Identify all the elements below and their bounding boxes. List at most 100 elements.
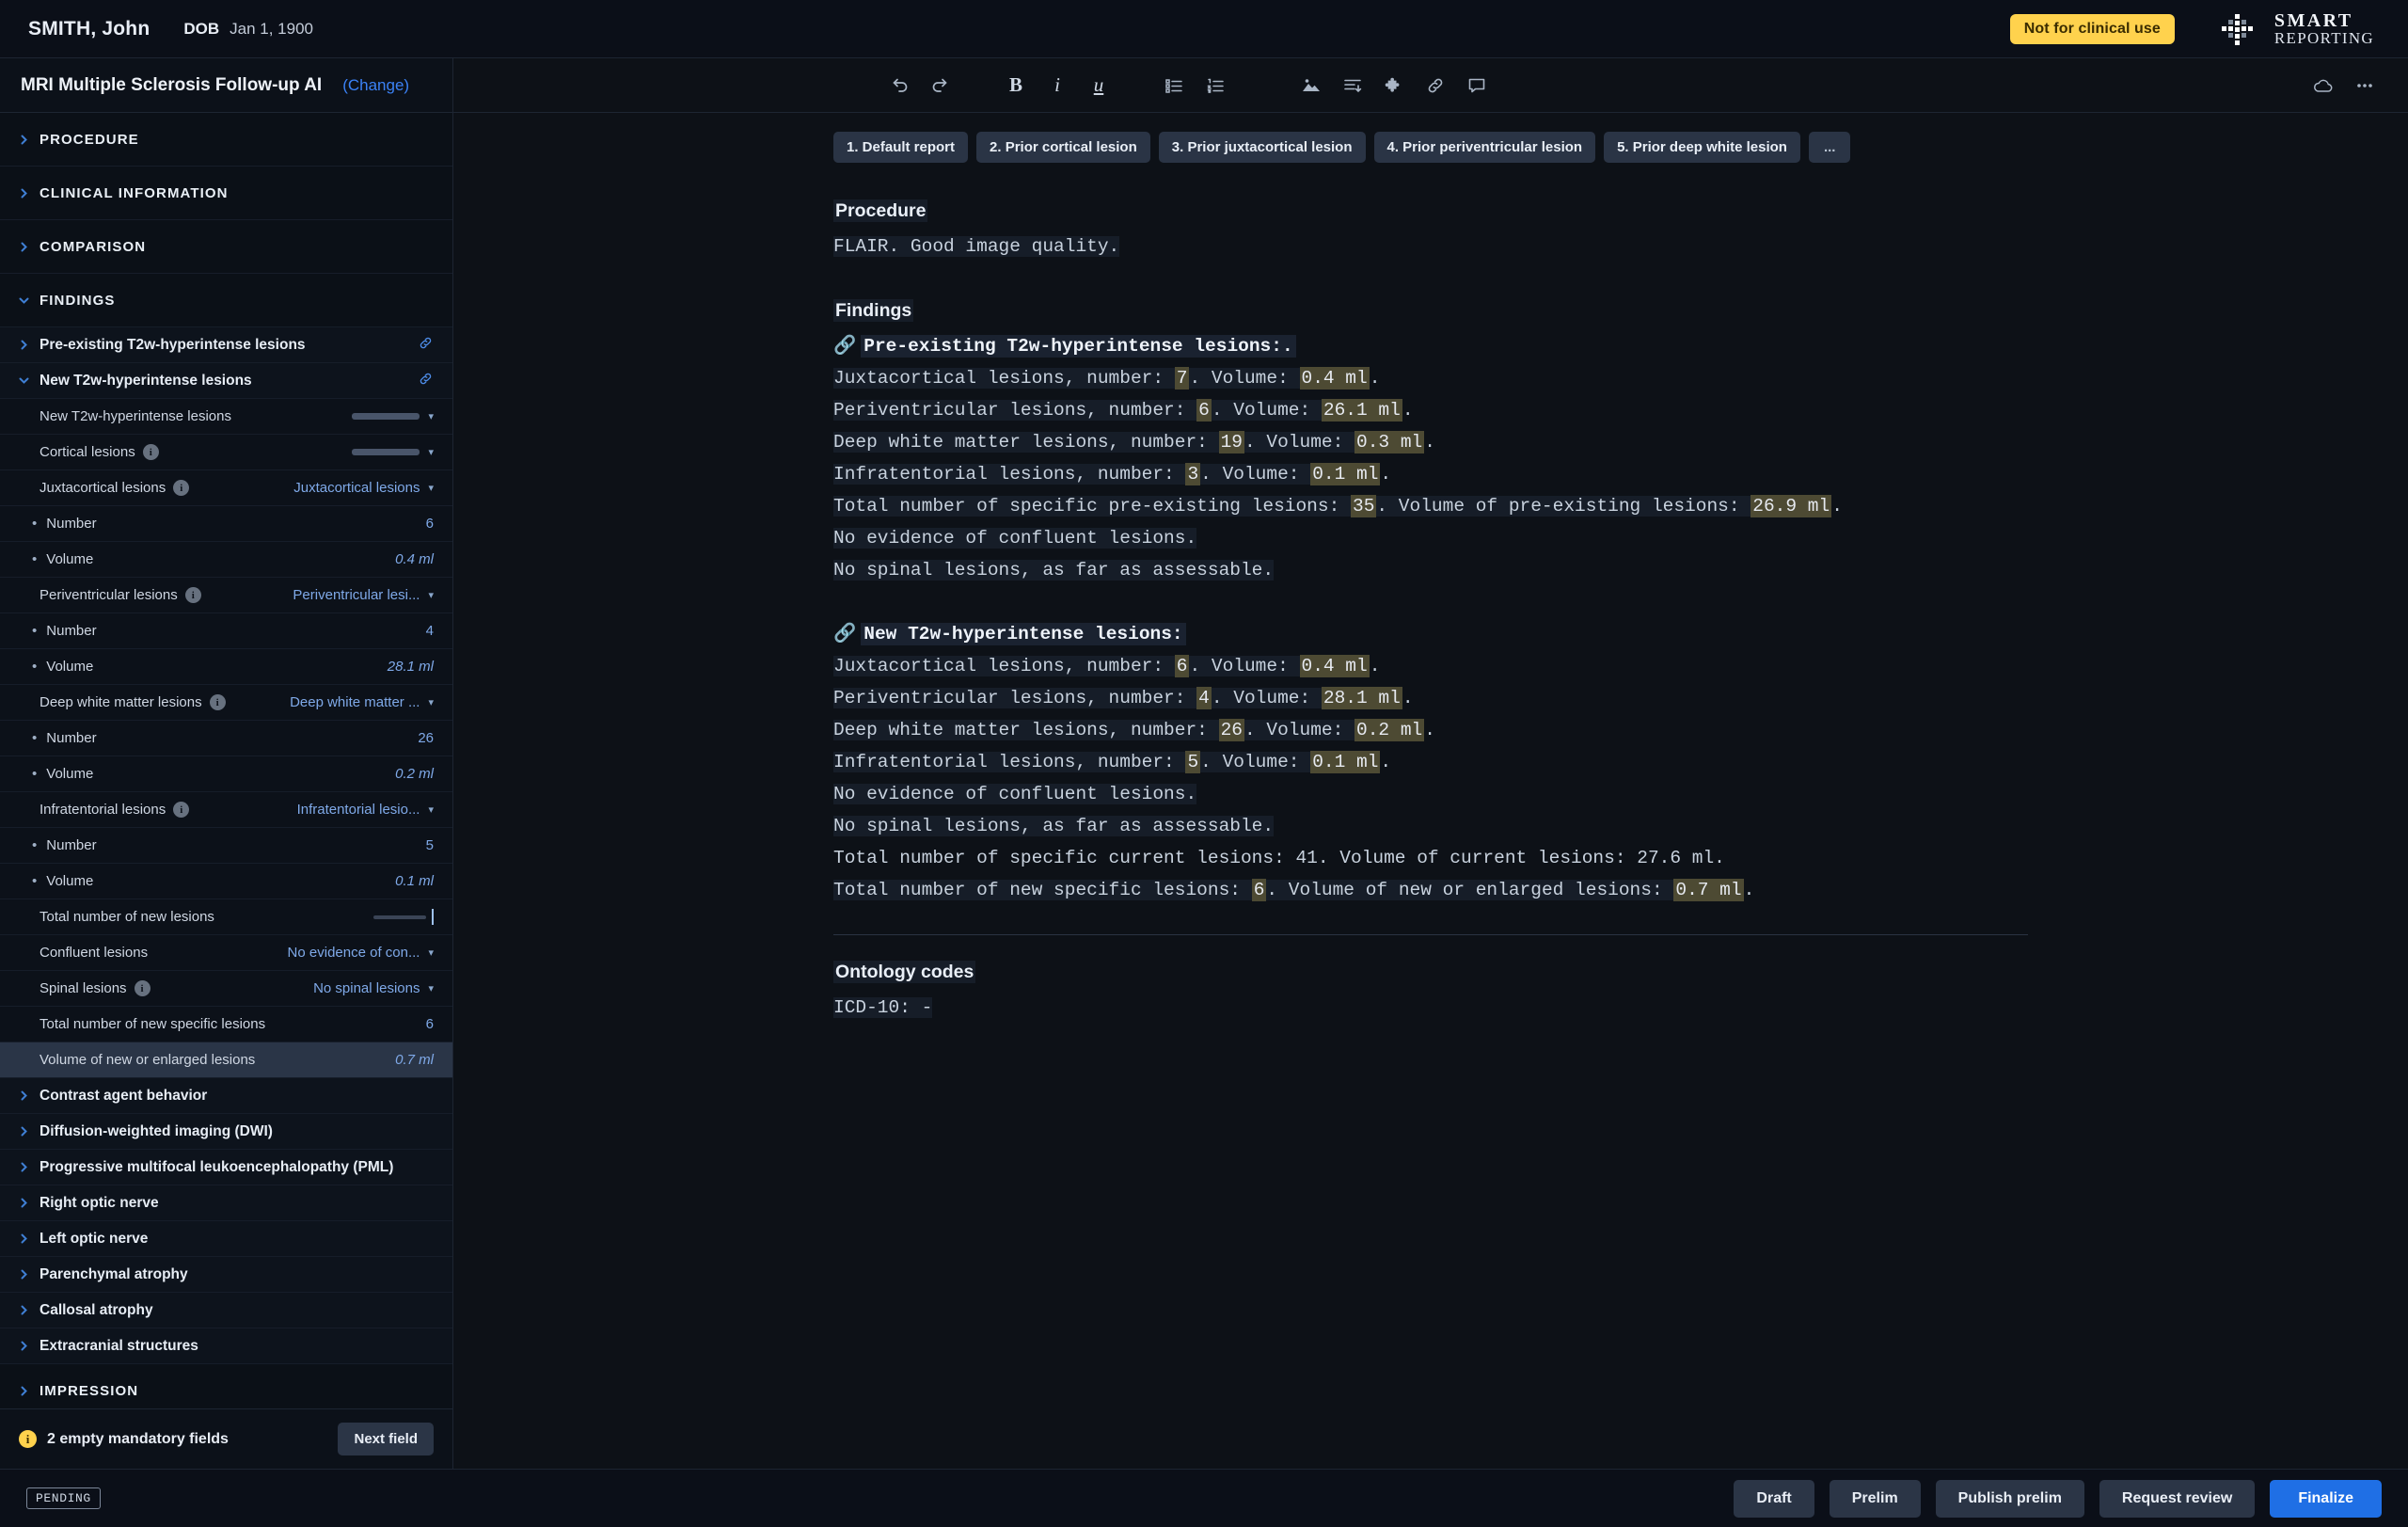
link-icon[interactable]: 🔗 [833, 624, 856, 644]
measurement-value[interactable]: 0.4 ml [1299, 367, 1370, 390]
link-icon[interactable] [1419, 70, 1451, 102]
bullet-list-icon[interactable] [1158, 70, 1190, 102]
report-line[interactable]: Periventricular lesions, number: 4. Volu… [833, 682, 2028, 714]
chevron-right-icon[interactable] [15, 1340, 32, 1352]
report-line[interactable]: Total number of specific current lesions… [833, 842, 2028, 874]
measurement-value[interactable]: 35 [1351, 495, 1377, 517]
sidebar-row-volume[interactable]: • Volume 0.2 ml [0, 756, 452, 792]
comment-icon[interactable] [1461, 70, 1493, 102]
measurement-value[interactable]: 6 [1174, 655, 1190, 677]
row-value[interactable]: 6 [426, 516, 434, 532]
request-review-button[interactable]: Request review [2099, 1479, 2256, 1518]
row-value[interactable]: 0.2 ml [395, 766, 434, 782]
measurement-value[interactable]: 26.1 ml [1321, 399, 1402, 422]
sidebar-row-contrast-agent-behavior[interactable]: Contrast agent behavior [0, 1078, 452, 1114]
chevron-right-icon[interactable] [15, 1090, 32, 1102]
prelim-button[interactable]: Prelim [1829, 1479, 1921, 1518]
new-lesions-section-title[interactable]: 🔗 New T2w-hyperintense lesions: [833, 618, 2028, 650]
sidebar-row-confluent-lesions[interactable]: Confluent lesions No evidence of con... ▾ [0, 935, 452, 971]
next-field-button[interactable]: Next field [338, 1423, 434, 1455]
chevron-down-icon[interactable] [15, 295, 32, 306]
measurement-value[interactable]: 0.3 ml [1354, 431, 1425, 453]
chevron-right-icon[interactable] [15, 1268, 32, 1280]
measurement-value[interactable]: 0.2 ml [1354, 719, 1425, 741]
value-dropdown[interactable]: ▾ [352, 446, 434, 458]
measurement-value[interactable]: 3 [1185, 463, 1201, 485]
report-line[interactable]: No spinal lesions, as far as assessable. [833, 810, 2028, 842]
measurement-value[interactable]: 4 [1196, 687, 1212, 709]
sidebar-row-findings[interactable]: FINDINGS [0, 274, 452, 327]
value-dropdown[interactable]: Infratentorial lesio... ▾ [297, 802, 434, 818]
value-dropdown[interactable]: No spinal lesions ▾ [313, 980, 434, 996]
sidebar-row-number[interactable]: • Number 5 [0, 828, 452, 864]
sidebar-row-new-t2w-hyperintense-lesions[interactable]: New T2w-hyperintense lesions [0, 363, 452, 399]
measurement-value[interactable]: 28.1 ml [1321, 687, 1402, 709]
publish-prelim-button[interactable]: Publish prelim [1935, 1479, 2084, 1518]
chevron-down-icon[interactable]: ▾ [428, 446, 434, 458]
underline-icon[interactable]: u [1083, 70, 1115, 102]
measurement-value[interactable]: 19 [1218, 431, 1244, 453]
measurement-value[interactable]: 6 [1196, 399, 1212, 422]
value-dropdown[interactable]: Deep white matter ... ▾ [290, 694, 434, 710]
chevron-right-icon[interactable] [15, 1385, 32, 1397]
row-value[interactable]: 0.1 ml [395, 873, 434, 889]
sidebar-rows-container[interactable]: PROCEDURE CLINICAL INFORMATION COMPARISON F… [0, 113, 452, 1408]
link-icon[interactable] [418, 335, 434, 356]
sidebar-row-total-number-of-new-lesions[interactable]: Total number of new lesions [0, 899, 452, 935]
report-line[interactable]: Deep white matter lesions, number: 26. V… [833, 714, 2028, 746]
sidebar-row-pre-existing-t2w-hyperintense-lesions[interactable]: Pre-existing T2w-hyperintense lesions [0, 327, 452, 363]
tabs-overflow-button[interactable]: ... [1808, 132, 1851, 163]
sidebar-row-volume[interactable]: • Volume 0.1 ml [0, 864, 452, 899]
chevron-down-icon[interactable]: ▾ [428, 803, 434, 816]
sidebar-row-number[interactable]: • Number 6 [0, 506, 452, 542]
chevron-right-icon[interactable] [15, 1125, 32, 1137]
tab-5[interactable]: 5. Prior deep white lesion [1604, 132, 1800, 163]
redo-icon[interactable] [925, 70, 957, 102]
sidebar-row-number[interactable]: • Number 26 [0, 721, 452, 756]
sidebar-row-juxtacortical-lesions[interactable]: Juxtacortical lesions i Juxtacortical lesi… [0, 470, 452, 506]
chevron-right-icon[interactable] [15, 1161, 32, 1173]
report-line[interactable]: Infratentorial lesions, number: 3. Volum… [833, 458, 2028, 490]
numbered-list-icon[interactable] [1199, 70, 1231, 102]
row-value[interactable]: 4 [426, 623, 434, 639]
chevron-right-icon[interactable] [15, 1304, 32, 1316]
tab-2[interactable]: 2. Prior cortical lesion [976, 132, 1150, 163]
finalize-button[interactable]: Finalize [2270, 1479, 2382, 1518]
sidebar-row-impression[interactable]: IMPRESSION [0, 1364, 452, 1408]
sidebar-row-volume[interactable]: • Volume 28.1 ml [0, 649, 452, 685]
sidebar-row-right-optic-nerve[interactable]: Right optic nerve [0, 1185, 452, 1221]
chevron-right-icon[interactable] [15, 187, 32, 199]
sidebar-row-total-number-of-new-specific-lesions[interactable]: Total number of new specific lesions 6 [0, 1007, 452, 1042]
info-icon[interactable]: i [173, 802, 190, 818]
tab-1[interactable]: 1. Default report [833, 132, 969, 163]
info-icon[interactable]: i [173, 480, 190, 496]
info-icon[interactable]: i [142, 444, 159, 460]
draft-button[interactable]: Draft [1734, 1479, 1814, 1518]
chevron-down-icon[interactable] [15, 375, 32, 386]
chevron-down-icon[interactable]: ▾ [428, 482, 434, 494]
chevron-down-icon[interactable]: ▾ [428, 410, 434, 422]
info-icon[interactable]: i [184, 587, 201, 603]
sidebar-row-procedure[interactable]: PROCEDURE [0, 113, 452, 167]
value-dropdown[interactable]: No evidence of con... ▾ [288, 945, 434, 961]
row-value[interactable]: 6 [426, 1016, 434, 1032]
sidebar-row-volume[interactable]: • Volume 0.4 ml [0, 542, 452, 578]
pre-existing-section-title[interactable]: 🔗 Pre-existing T2w-hyperintense lesions:. [833, 330, 2028, 362]
sidebar-row-callosal-atrophy[interactable]: Callosal atrophy [0, 1293, 452, 1328]
sidebar-row-diffusion-weighted-imaging-dwi[interactable]: Diffusion-weighted imaging (DWI) [0, 1114, 452, 1150]
report-line[interactable]: Total number of new specific lesions: 6.… [833, 874, 2028, 906]
info-icon[interactable]: i [134, 980, 150, 996]
puzzle-icon[interactable] [1378, 70, 1410, 102]
sidebar-row-periventricular-lesions[interactable]: Periventricular lesions i Periventricular … [0, 578, 452, 613]
sidebar-row-progressive-multifocal-leukoencephalopathy-pml[interactable]: Progressive multifocal leukoencephalopat… [0, 1150, 452, 1185]
indent-icon[interactable] [1337, 70, 1369, 102]
report-line[interactable]: Juxtacortical lesions, number: 7. Volume… [833, 362, 2028, 394]
sidebar-row-new-t2w-hyperintense-lesions[interactable]: New T2w-hyperintense lesions ▾ [0, 399, 452, 435]
sidebar-row-infratentorial-lesions[interactable]: Infratentorial lesions i Infratentorial le… [0, 792, 452, 828]
more-options-icon[interactable] [2349, 70, 2381, 102]
sidebar-row-deep-white-matter-lesions[interactable]: Deep white matter lesions i Deep white mat… [0, 685, 452, 721]
value-dropdown[interactable]: Periventricular lesi... ▾ [293, 587, 434, 603]
report-line[interactable]: Periventricular lesions, number: 6. Volu… [833, 394, 2028, 426]
info-icon[interactable]: i [209, 694, 226, 710]
chevron-down-icon[interactable]: ▾ [428, 982, 434, 994]
